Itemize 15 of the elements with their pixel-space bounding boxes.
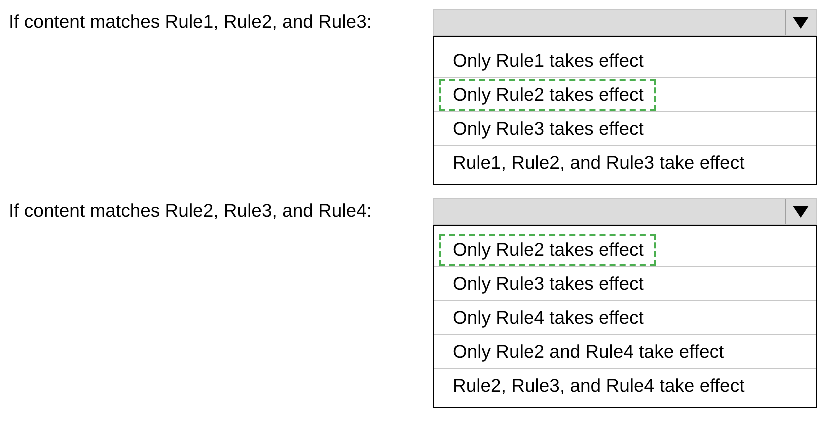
dropdown-option[interactable]: Only Rule2 takes effect — [439, 78, 656, 110]
dropdown-field[interactable] — [433, 9, 817, 36]
dropdown-option[interactable]: Only Rule1 takes effect — [439, 44, 656, 76]
dropdown-option[interactable]: Only Rule3 takes effect — [439, 112, 656, 144]
dropdown-option[interactable]: Rule1, Rule2, and Rule3 take effect — [439, 146, 757, 178]
question-label: If content matches Rule1, Rule2, and Rule3: — [9, 10, 374, 34]
caret-icon[interactable] — [793, 206, 809, 218]
dropdown-option[interactable]: Only Rule2 and Rule4 take effect — [439, 336, 736, 368]
question-label: If content matches Rule2, Rule3, and Rule4: — [9, 199, 374, 223]
dropdown-option[interactable]: Rule2, Rule3, and Rule4 take effect — [439, 370, 757, 402]
dropdown-option[interactable]: Only Rule3 takes effect — [439, 268, 656, 300]
dropdown-option[interactable]: Only Rule2 takes effect — [439, 234, 656, 266]
dropdown-option[interactable]: Only Rule4 takes effect — [439, 302, 656, 334]
caret-icon[interactable] — [793, 16, 809, 28]
dropdown-field[interactable] — [433, 198, 817, 225]
